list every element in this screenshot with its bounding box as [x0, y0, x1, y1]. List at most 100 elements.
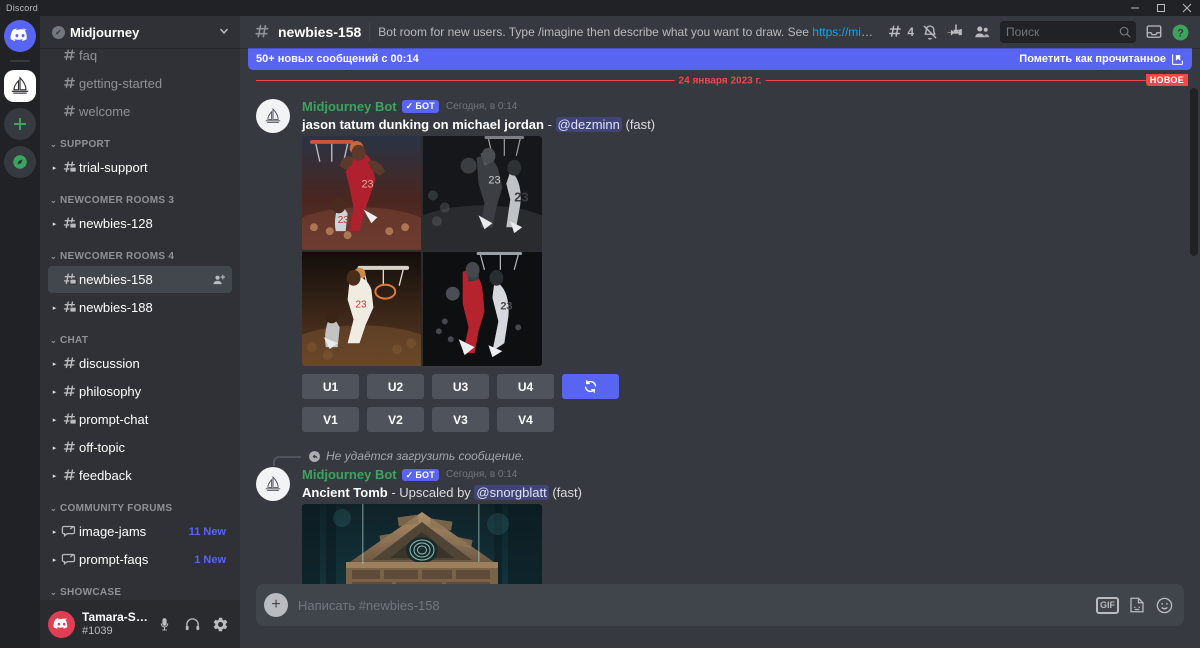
plus-circle-icon[interactable]: +	[264, 593, 288, 617]
chevron-right-icon[interactable]: ▸	[50, 220, 59, 228]
maximize-button[interactable]	[1148, 0, 1174, 16]
variation-button-v3[interactable]: V3	[432, 407, 489, 433]
upscale-button-u3[interactable]: U3	[432, 374, 489, 400]
message-scrollbar[interactable]	[1190, 88, 1198, 256]
upscale-button-u4[interactable]: U4	[497, 374, 554, 400]
message-header: Midjourney Bot ✓ БОТ Сегодня, в 0:14	[302, 99, 1184, 115]
user-info[interactable]: Tamara-SS... #1039	[82, 611, 150, 637]
sidebar-item-label: faq	[79, 48, 98, 63]
member-list-button[interactable]	[970, 20, 994, 44]
upscaled-image-attachment[interactable]	[302, 504, 542, 584]
chevron-right-icon[interactable]: ▸	[50, 304, 59, 312]
mark-as-read-button[interactable]: Пометить как прочитанное	[1019, 53, 1184, 66]
chevron-right-icon[interactable]: ▸	[50, 164, 59, 172]
search-box[interactable]	[1000, 21, 1136, 43]
upscale-button-u1[interactable]: U1	[302, 374, 359, 400]
category-label: COMMUNITY FORUMS	[60, 503, 173, 514]
gif-picker-button[interactable]: GIF	[1096, 596, 1119, 614]
sidebar-item-discussion[interactable]: ▸ discussion	[48, 350, 232, 377]
category-header-community-forums[interactable]: ⌄ COMMUNITY FORUMS	[40, 489, 240, 517]
help-icon[interactable]: ?	[1168, 20, 1192, 44]
notification-settings-button[interactable]	[918, 20, 942, 44]
emoji-icon[interactable]	[1155, 596, 1174, 615]
grid-image-2[interactable]: 23 23	[423, 136, 542, 251]
image-grid-attachment[interactable]: 23 23 23 23 23 23	[302, 136, 542, 367]
sidebar-item-philosophy[interactable]: ▸ philosophy	[48, 378, 232, 405]
grid-image-4[interactable]: 23	[423, 252, 542, 367]
add-server-button[interactable]	[4, 108, 36, 140]
threads-button[interactable]	[883, 20, 907, 44]
channel-title[interactable]: newbies-158	[278, 24, 361, 40]
inbox-button[interactable]	[1142, 20, 1166, 44]
guild-header[interactable]: ✓ Midjourney	[40, 16, 240, 48]
sidebar-item-prompt-faqs[interactable]: ▸ prompt-faqs 1 New	[48, 546, 232, 573]
message-suffix: (fast)	[621, 116, 656, 132]
sidebar-item-welcome[interactable]: ▸welcome	[48, 98, 232, 125]
message-input[interactable]	[288, 597, 1096, 613]
sidebar-item-prompt-chat[interactable]: ▸ prompt-chat	[48, 406, 232, 433]
user-mention[interactable]: @snorgblatt	[474, 484, 549, 500]
message-scroller[interactable]: 24 января 2023 г. НОВОЕ Midjourney Bot ✓…	[240, 48, 1200, 584]
message-author[interactable]: Midjourney Bot	[302, 99, 397, 115]
close-button[interactable]	[1174, 0, 1200, 16]
reroll-button[interactable]	[562, 374, 619, 400]
message-author[interactable]: Midjourney Bot	[302, 467, 397, 483]
explore-servers-button[interactable]	[4, 146, 36, 178]
sidebar-item-label: prompt-chat	[79, 412, 149, 427]
variation-button-v2[interactable]: V2	[367, 407, 424, 433]
chevron-down-icon: ⌄	[50, 252, 58, 261]
svg-text:23: 23	[362, 179, 374, 191]
variation-button-v1[interactable]: V1	[302, 407, 359, 433]
chevron-right-icon[interactable]: ▸	[50, 472, 59, 480]
avatar[interactable]	[256, 467, 290, 502]
sidebar-item-label: off-topic	[79, 440, 126, 455]
guild-midjourney[interactable]	[4, 70, 36, 102]
reply-icon	[308, 450, 321, 463]
sidebar-item-faq[interactable]: ▸faq	[48, 48, 232, 69]
sidebar-item-newbies-188[interactable]: ▸ newbies-188	[48, 294, 232, 321]
sidebar-item-getting-started[interactable]: ▸getting-started	[48, 70, 232, 97]
upscale-button-u2[interactable]: U2	[367, 374, 424, 400]
sidebar-item-image-jams[interactable]: ▸ image-jams 11 New	[48, 518, 232, 545]
category-header-newcomer-rooms-3[interactable]: ⌄ NEWCOMER ROOMS 3	[40, 181, 240, 209]
search-input[interactable]	[1006, 25, 1118, 39]
mute-microphone-button[interactable]	[150, 610, 178, 638]
add-member-icon[interactable]	[212, 273, 226, 287]
sticker-icon[interactable]	[1128, 596, 1146, 614]
sidebar-item-label: prompt-faqs	[79, 552, 149, 567]
chevron-right-icon[interactable]: ▸	[50, 444, 59, 452]
home-button[interactable]	[4, 20, 36, 52]
user-settings-button[interactable]	[206, 610, 234, 638]
chevron-right-icon[interactable]: ▸	[50, 360, 59, 368]
minimize-button[interactable]	[1122, 0, 1148, 16]
sidebar-item-trial-support[interactable]: ▸ trial-support	[48, 154, 232, 181]
bot-badge-label: БОТ	[415, 101, 435, 112]
chevron-right-icon[interactable]: ▸	[50, 528, 59, 536]
sidebar-item-newbies-158[interactable]: ▸newbies-158	[48, 266, 232, 293]
sidebar-item-feedback[interactable]: ▸ feedback	[48, 462, 232, 489]
variation-button-v4[interactable]: V4	[497, 407, 554, 433]
mark-read-icon	[1171, 53, 1184, 66]
reply-context[interactable]: Не удаётся загрузить сообщение.	[256, 448, 1200, 467]
avatar[interactable]	[48, 610, 75, 638]
user-mention[interactable]: @dezminn	[555, 116, 622, 132]
sidebar-item-off-topic[interactable]: ▸ off-topic	[48, 434, 232, 461]
channel-topic[interactable]: Bot room for new users. Type /imagine th…	[378, 25, 875, 39]
message-composer[interactable]: + GIF	[256, 584, 1184, 626]
category-header-chat[interactable]: ⌄ CHAT	[40, 321, 240, 349]
sidebar-item-newbies-128[interactable]: ▸ newbies-128	[48, 210, 232, 237]
grid-image-1[interactable]: 23 23	[302, 136, 421, 251]
category-header-support[interactable]: ⌄ SUPPORT	[40, 125, 240, 153]
chevron-right-icon[interactable]: ▸	[50, 556, 59, 564]
deafen-button[interactable]	[178, 610, 206, 638]
grid-image-3[interactable]: 23	[302, 252, 421, 367]
pinned-messages-button[interactable]	[944, 20, 968, 44]
channel-list[interactable]: ▸faq▸getting-started▸welcome⌄SUPPORT▸tri…	[40, 48, 240, 600]
new-messages-bar[interactable]: 50+ новых сообщений с 00:14 Пометить как…	[248, 48, 1192, 70]
chevron-right-icon[interactable]: ▸	[50, 416, 59, 424]
category-header-newcomer-rooms-4[interactable]: ⌄ NEWCOMER ROOMS 4	[40, 237, 240, 265]
category-header-showcase[interactable]: ⌄ SHOWCASE	[40, 573, 240, 600]
channel-topic-link[interactable]: https://midjourney.gitb…	[812, 25, 875, 39]
avatar[interactable]	[256, 99, 290, 133]
chevron-right-icon[interactable]: ▸	[50, 388, 59, 396]
